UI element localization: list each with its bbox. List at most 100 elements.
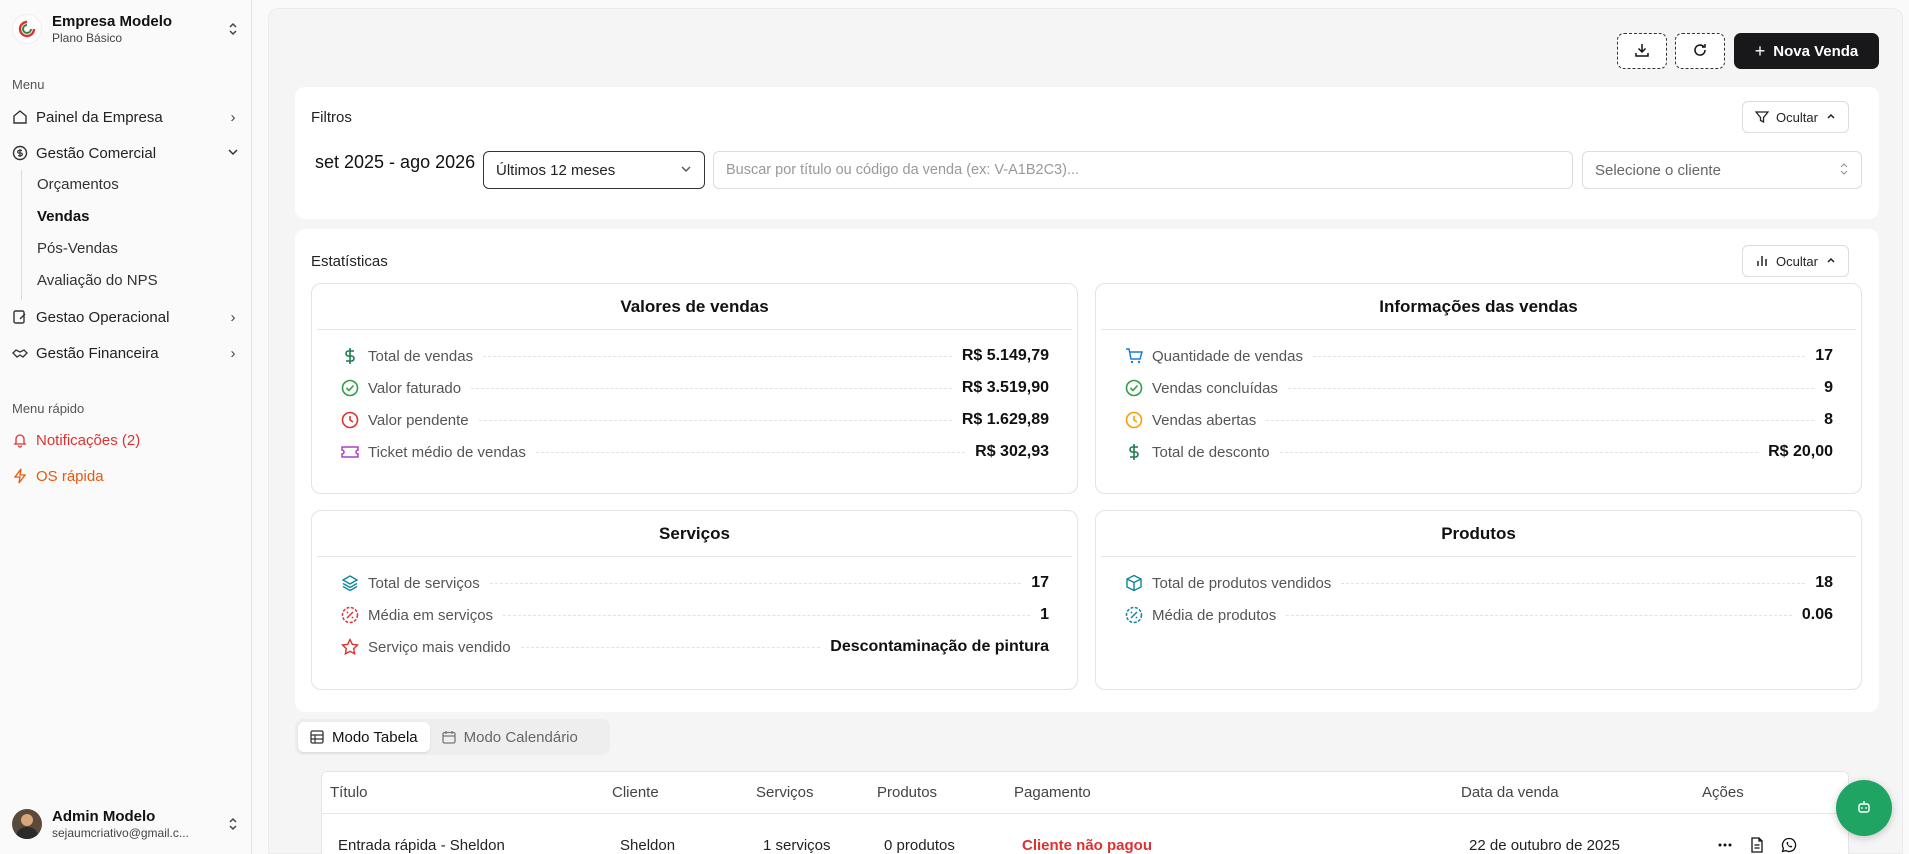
stat-value: Descontaminação de pintura xyxy=(830,638,1049,655)
stat-value: R$ 1.629,89 xyxy=(961,411,1049,428)
bell-icon xyxy=(12,432,28,448)
table-icon xyxy=(310,730,324,744)
stat-value: 9 xyxy=(1824,379,1833,396)
chevron-right-icon: › xyxy=(230,344,236,362)
sidebar-item-gestao-comercial[interactable]: Gestão Comercial xyxy=(12,139,240,167)
bar-chart-icon xyxy=(1755,254,1769,268)
stat-row: Total de desconto R$ 20,00 xyxy=(1124,440,1833,464)
column-header-title[interactable]: Título xyxy=(330,784,368,801)
tab-table-mode[interactable]: Modo Tabela xyxy=(298,722,430,752)
chevron-right-icon: › xyxy=(230,108,236,126)
sidebar-subitem-orcamentos[interactable]: Orçamentos xyxy=(37,176,119,193)
stat-value: 17 xyxy=(1815,347,1833,364)
column-header-date[interactable]: Data da venda xyxy=(1461,784,1559,801)
table-header: Título Cliente Serviços Produtos Pagamen… xyxy=(322,772,1848,814)
stat-row: Total de produtos vendidos 18 xyxy=(1124,571,1833,595)
stat-row: Quantidade de vendas 17 xyxy=(1124,344,1833,368)
services-box: Serviços Total de serviços 17 Média em s… xyxy=(311,510,1078,690)
stat-value: 17 xyxy=(1031,574,1049,591)
stat-label: Quantidade de vendas xyxy=(1152,347,1303,365)
dollar-icon xyxy=(340,346,360,366)
more-options-icon[interactable] xyxy=(1716,836,1734,854)
clipboard-edit-icon xyxy=(12,309,28,325)
column-header-products[interactable]: Produtos xyxy=(877,784,937,801)
cart-icon xyxy=(1124,346,1144,366)
sidebar-subitem-nps[interactable]: Avaliação do NPS xyxy=(37,272,158,289)
stat-label: Total de desconto xyxy=(1152,443,1270,461)
stat-label: Total de serviços xyxy=(368,574,480,592)
stat-row: Vendas abertas 8 xyxy=(1124,408,1833,432)
hide-filters-button[interactable]: Ocultar xyxy=(1742,101,1849,133)
stat-label: Vendas abertas xyxy=(1152,411,1257,429)
hide-stats-button[interactable]: Ocultar xyxy=(1742,245,1849,277)
ticket-icon xyxy=(340,442,360,462)
chevrons-up-down-icon xyxy=(1839,162,1849,179)
column-header-payment[interactable]: Pagamento xyxy=(1014,784,1091,801)
stat-row: Valor faturado R$ 3.519,90 xyxy=(340,376,1049,400)
cell-title: Entrada rápida - Sheldon xyxy=(338,837,505,854)
stat-row: Média de produtos 0.06 xyxy=(1124,603,1833,627)
period-select[interactable]: Últimos 12 meses xyxy=(483,151,705,189)
chevrons-up-down-icon xyxy=(226,817,240,831)
period-select-value: Últimos 12 meses xyxy=(496,161,616,179)
stat-row: Vendas concluídas 9 xyxy=(1124,376,1833,400)
stat-value: R$ 3.519,90 xyxy=(961,379,1049,396)
stat-label: Ticket médio de vendas xyxy=(368,443,526,461)
stat-row: Valor pendente R$ 1.629,89 xyxy=(340,408,1049,432)
chevron-up-icon xyxy=(1826,111,1836,124)
sidebar-item-gestao-operacional[interactable]: Gestao Operacional › xyxy=(12,303,240,331)
client-select[interactable]: Selecione o cliente xyxy=(1582,151,1862,189)
sales-info-title: Informações das vendas xyxy=(1101,284,1856,330)
stat-row: Serviço mais vendido Descontaminação de … xyxy=(340,635,1049,659)
check-circle-icon xyxy=(340,378,360,398)
column-header-services[interactable]: Serviços xyxy=(756,784,814,801)
percent-badge-icon xyxy=(1124,605,1144,625)
download-button[interactable] xyxy=(1617,33,1667,69)
filters-card: Filtros Ocultar set 2025 - ago 2026 Últi… xyxy=(295,87,1879,219)
stat-value: 1 xyxy=(1040,606,1049,623)
sidebar-item-painel[interactable]: Painel da Empresa › xyxy=(12,103,240,131)
stat-label: Total de vendas xyxy=(368,347,474,365)
percent-badge-icon xyxy=(340,605,360,625)
stat-label: Total de produtos vendidos xyxy=(1152,574,1332,592)
chevron-down-icon xyxy=(680,162,692,179)
main-content: + Nova Venda Filtros Ocultar set 2025 - … xyxy=(268,8,1903,854)
stat-label: Vendas concluídas xyxy=(1152,379,1278,397)
os-rapida-link[interactable]: OS rápida xyxy=(12,462,240,490)
services-title: Serviços xyxy=(317,511,1072,557)
download-icon xyxy=(1634,42,1650,61)
new-sale-button[interactable]: + Nova Venda xyxy=(1734,33,1879,69)
layers-icon xyxy=(340,573,360,593)
statistics-card: Estatísticas Ocultar Valores de vendas T… xyxy=(295,229,1879,712)
whatsapp-icon[interactable] xyxy=(1780,836,1798,854)
tab-calendar-mode[interactable]: Modo Calendário xyxy=(430,722,590,752)
search-input[interactable]: Buscar por título ou código da venda (ex… xyxy=(713,151,1573,189)
stat-label: Média em serviços xyxy=(368,606,494,624)
sidebar-subitem-pos-vendas[interactable]: Pós-Vendas xyxy=(37,240,118,257)
hide-filters-label: Ocultar xyxy=(1776,109,1818,125)
column-header-client[interactable]: Cliente xyxy=(612,784,659,801)
refresh-button[interactable] xyxy=(1675,33,1725,69)
user-menu[interactable]: Admin Modelo sejaumcriativo@gmail.c... xyxy=(12,804,240,844)
sidebar-item-label: Gestão Financeira xyxy=(36,344,159,362)
stat-row: Média em serviços 1 xyxy=(340,603,1049,627)
bot-icon xyxy=(1856,799,1872,818)
document-icon[interactable] xyxy=(1748,836,1766,854)
stat-value: 0.06 xyxy=(1801,606,1833,623)
quick-menu-label: Menu rápido xyxy=(12,401,85,416)
stat-value: R$ 20,00 xyxy=(1768,443,1833,460)
sales-info-box: Informações das vendas Quantidade de ven… xyxy=(1095,283,1862,494)
company-plan: Plano Básico xyxy=(52,30,123,45)
chatbot-button[interactable] xyxy=(1836,780,1892,836)
stat-label: Valor pendente xyxy=(368,411,469,429)
chevron-up-icon xyxy=(1826,255,1836,268)
sidebar-item-gestao-financeira[interactable]: Gestão Financeira › xyxy=(12,339,240,367)
notifications-link[interactable]: Notificações (2) xyxy=(12,426,240,454)
new-sale-label: Nova Venda xyxy=(1773,42,1859,60)
chevrons-up-down-icon xyxy=(226,22,240,36)
sidebar: Empresa Modelo Plano Básico Menu Painel … xyxy=(0,0,252,854)
dollar-icon xyxy=(1124,442,1144,462)
company-switcher[interactable]: Empresa Modelo Plano Básico xyxy=(12,10,240,48)
home-icon xyxy=(12,109,28,125)
sidebar-subitem-vendas[interactable]: Vendas xyxy=(37,208,90,225)
